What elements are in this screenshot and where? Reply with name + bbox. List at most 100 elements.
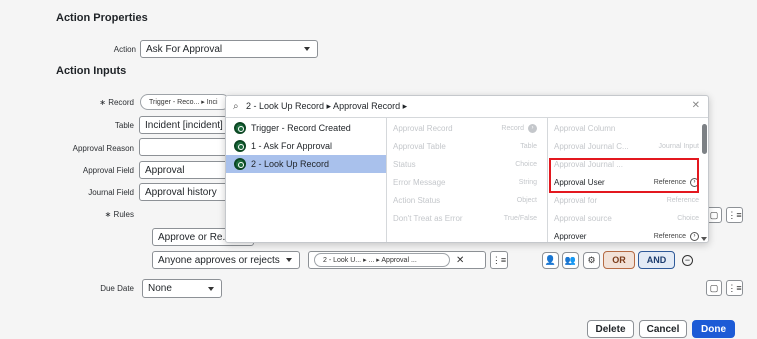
- chevron-down-icon: [286, 258, 292, 262]
- calendar-icon[interactable]: ▢: [706, 280, 722, 296]
- done-button[interactable]: Done: [692, 320, 735, 338]
- picker-step-label: 1 - Ask For Approval: [251, 141, 333, 151]
- picker-field-type: Reference: [666, 196, 699, 204]
- step-status-icon: [234, 158, 246, 170]
- condition-select[interactable]: Anyone approves or rejects: [152, 251, 300, 269]
- data-picker-icon[interactable]: ⋮≡: [726, 280, 743, 296]
- scroll-down-icon[interactable]: [701, 237, 707, 241]
- due-date-select[interactable]: None: [142, 279, 222, 298]
- picker-column-steps: Trigger - Record Created 1 - Ask For App…: [226, 118, 387, 242]
- required-marker: ∗: [104, 210, 112, 219]
- picker-field-item[interactable]: Approver Reference ›: [554, 227, 699, 242]
- approval-field-select[interactable]: Approval: [139, 161, 229, 179]
- picker-step-item[interactable]: Trigger - Record Created: [226, 119, 386, 137]
- user-icon[interactable]: 👤: [542, 252, 559, 269]
- rules-label-text: Rules: [113, 210, 134, 219]
- journal-field-select[interactable]: Approval history: [139, 183, 229, 201]
- picker-output-type: True/False: [503, 214, 537, 222]
- picker-output-item[interactable]: Error Message String: [393, 173, 537, 191]
- picker-output-label: Action Status: [393, 195, 441, 205]
- picker-output-type: Choice: [515, 160, 537, 168]
- picker-output-item[interactable]: Approval Record Record ›: [393, 119, 537, 137]
- record-label-text: Record: [108, 98, 134, 107]
- picker-output-label: Don't Treat as Error: [393, 213, 463, 223]
- scrollbar-thumb[interactable]: [702, 124, 707, 154]
- picker-field-item[interactable]: Approval source Choice: [554, 209, 699, 227]
- action-properties-heading: Action Properties: [56, 12, 148, 24]
- search-icon: ⌕: [233, 101, 239, 112]
- picker-output-item[interactable]: Don't Treat as Error True/False: [393, 209, 537, 227]
- picker-output-type: Object: [516, 196, 537, 204]
- picker-field-label: Approver: [554, 231, 587, 241]
- step-status-icon: [234, 140, 246, 152]
- and-button[interactable]: AND: [638, 251, 675, 269]
- data-picker-popup: ⌕ 2 - Look Up Record ▸ Approval Record ▸…: [225, 95, 709, 243]
- action-label: Action: [113, 45, 136, 54]
- picker-field-label: Approval for: [554, 195, 598, 205]
- picker-field-type: Choice: [677, 214, 699, 222]
- picker-output-label: Error Message: [393, 177, 446, 187]
- picker-output-type: Record: [501, 124, 524, 132]
- picker-output-type: String: [518, 178, 537, 186]
- picker-field-label: Approval Column: [554, 123, 616, 133]
- picker-field-label: Approval source: [554, 213, 612, 223]
- picker-field-type: Reference: [653, 232, 686, 240]
- picker-step-item-selected[interactable]: 2 - Look Up Record: [226, 155, 386, 173]
- approval-reason-label: Approval Reason: [72, 144, 134, 153]
- picker-search-input[interactable]: 2 - Look Up Record ▸ Approval Record ▸: [246, 101, 407, 112]
- picker-column-outputs: Approval Record Record › Approval Table T…: [387, 118, 548, 242]
- rule-value-field[interactable]: 2 - Look U... ▸ ... ▸ Approval ... ✕: [308, 251, 486, 269]
- picker-output-item[interactable]: Action Status Object: [393, 191, 537, 209]
- close-icon[interactable]: ✕: [456, 255, 464, 266]
- due-date-label: Due Date: [100, 284, 134, 293]
- picker-output-item[interactable]: Status Choice: [393, 155, 537, 173]
- remove-icon[interactable]: −: [682, 255, 693, 266]
- table-field-value: Incident [incident]: [145, 119, 223, 131]
- required-marker: ∗: [99, 98, 106, 107]
- action-select[interactable]: Ask For Approval: [140, 40, 318, 58]
- picker-output-label: Approval Table: [393, 141, 446, 151]
- chevron-down-icon: [208, 286, 214, 291]
- step-status-icon: [234, 122, 246, 134]
- picker-field-item[interactable]: Approval for Reference: [554, 191, 699, 209]
- data-picker-icon[interactable]: ⋮≡: [726, 207, 743, 223]
- picker-output-type: Table: [520, 142, 537, 150]
- or-button[interactable]: OR: [603, 251, 635, 269]
- picker-step-label: Trigger - Record Created: [251, 123, 351, 133]
- picker-output-label: Status: [393, 159, 416, 169]
- approval-field-label: Approval Field: [82, 166, 134, 175]
- picker-field-item[interactable]: Approval Column: [554, 119, 699, 137]
- chevron-right-icon[interactable]: ›: [690, 231, 699, 241]
- picker-field-label: Approval Journal C...: [554, 141, 629, 151]
- approval-reason-field[interactable]: [139, 138, 229, 156]
- picker-field-type: Journal Input: [658, 142, 699, 150]
- approval-field-value: Approval: [145, 164, 185, 176]
- group-icon[interactable]: 👥: [562, 252, 579, 269]
- picker-field-item[interactable]: Approval Journal C... Journal Input: [554, 137, 699, 155]
- journal-field-label: Journal Field: [88, 188, 134, 197]
- table-label: Table: [114, 121, 134, 130]
- manager-icon[interactable]: ⚙: [583, 252, 600, 269]
- picker-step-item[interactable]: 1 - Ask For Approval: [226, 137, 386, 155]
- data-picker-icon[interactable]: ⋮≡: [490, 251, 508, 269]
- cancel-button[interactable]: Cancel: [639, 320, 687, 338]
- action-inputs-heading: Action Inputs: [56, 65, 127, 77]
- picker-search-bar[interactable]: ⌕ 2 - Look Up Record ▸ Approval Record ▸…: [226, 96, 708, 118]
- rules-label: ∗ Rules: [90, 210, 134, 219]
- picker-step-label: 2 - Look Up Record: [251, 159, 330, 169]
- condition-value: Anyone approves or rejects: [158, 254, 280, 266]
- picker-output-item[interactable]: Approval Table Table: [393, 137, 537, 155]
- due-date-value: None: [148, 283, 172, 294]
- chevron-right-icon: ›: [528, 123, 537, 133]
- picker-column-fields: Approval Column Approval Journal C... Jo…: [548, 118, 709, 242]
- approve-reject-value: Approve or Re...: [158, 231, 231, 243]
- action-select-value: Ask For Approval: [146, 43, 223, 55]
- table-field[interactable]: Incident [incident]: [139, 116, 229, 134]
- record-data-pill[interactable]: Trigger - Reco... ▸ Inci: [140, 94, 230, 110]
- record-label: ∗ Record: [70, 98, 134, 107]
- close-icon[interactable]: ✕: [692, 100, 700, 111]
- rule-data-pill[interactable]: 2 - Look U... ▸ ... ▸ Approval ...: [314, 253, 450, 267]
- delete-button[interactable]: Delete: [587, 320, 634, 338]
- journal-field-value: Approval history: [145, 186, 217, 198]
- highlight-box: [549, 158, 699, 193]
